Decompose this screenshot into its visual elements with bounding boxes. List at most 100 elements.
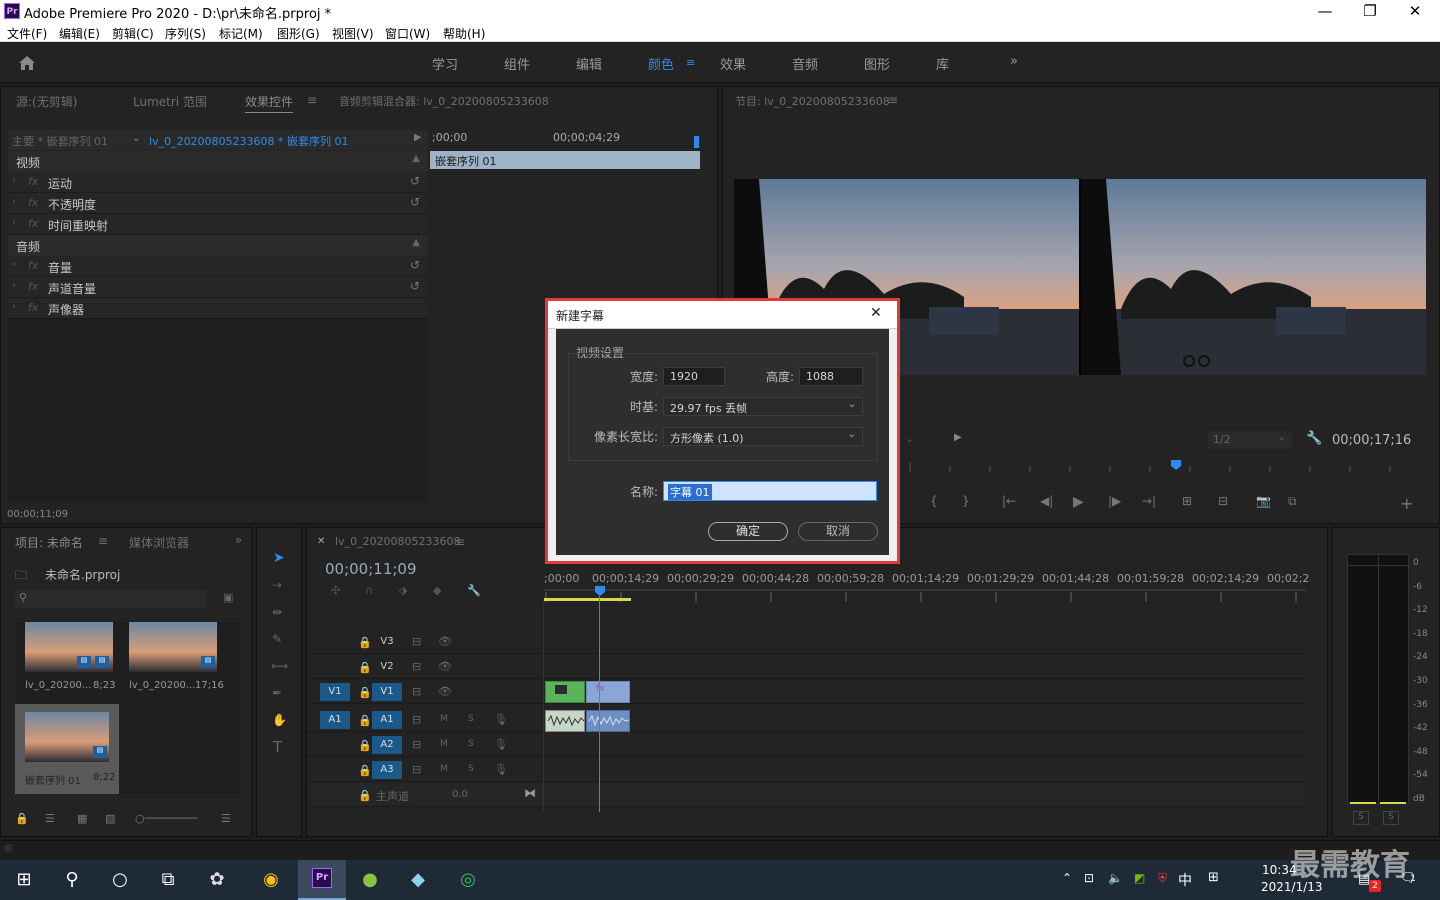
panel-menu-icon[interactable]: ≡	[98, 534, 108, 548]
sync-lock-icon[interactable]: ⊟	[412, 685, 421, 698]
workspace-menu-icon[interactable]: ≡	[686, 56, 695, 69]
wechat-icon[interactable]: ◎	[456, 868, 480, 892]
track-label[interactable]: V1	[372, 683, 402, 701]
expand-icon[interactable]: ›	[12, 196, 16, 207]
reset-icon[interactable]: ↺	[410, 174, 420, 188]
height-input[interactable]: 1088	[799, 367, 863, 386]
sync-lock-icon[interactable]: ⊟	[412, 660, 421, 673]
solo-right-button[interactable]: S	[1383, 811, 1399, 825]
ime-indicator[interactable]: 中	[1178, 870, 1192, 890]
compare-view-icon[interactable]: ⧉	[1288, 494, 1297, 509]
camera-icon[interactable]: 📷	[1256, 494, 1271, 508]
lock-icon[interactable]: 🔒	[15, 812, 29, 825]
workspace-assembly[interactable]: 组件	[504, 54, 530, 73]
tab-sequence[interactable]: lv_0_20200805233608	[335, 535, 461, 548]
video-clip[interactable]	[545, 681, 585, 703]
workspace-audio[interactable]: 音频	[792, 54, 818, 73]
tab-program[interactable]: 节目: lv_0_20200805233608	[735, 93, 890, 109]
go-to-in-icon[interactable]: |←	[1002, 494, 1016, 508]
collapse-icon[interactable]: ▲	[412, 153, 420, 164]
new-bin-icon[interactable]: ▣	[223, 591, 233, 604]
nested-sequence-clip[interactable]: fx	[586, 681, 630, 703]
home-icon[interactable]	[18, 55, 36, 71]
menu-view[interactable]: 视图(V)	[332, 25, 374, 42]
go-to-end-icon[interactable]: ⧓	[524, 786, 536, 800]
track-label[interactable]: A1	[372, 711, 402, 729]
timebase-select[interactable]: 29.97 fps 丢帧 ⌄	[663, 397, 863, 416]
volume-icon[interactable]: 🔈	[1108, 871, 1123, 885]
reset-icon[interactable]: ↺	[410, 258, 420, 272]
lock-icon[interactable]: 🔒	[358, 789, 372, 802]
expand-icon[interactable]: ›	[12, 301, 16, 312]
sort-icon[interactable]: ☰	[221, 812, 231, 825]
source-patch-v1[interactable]: V1	[320, 683, 350, 701]
play-stop-icon[interactable]: ▶	[1073, 494, 1084, 510]
video-section[interactable]: 视频 ▲	[8, 151, 428, 172]
ec-playhead[interactable]	[694, 136, 699, 148]
chevron-up-icon[interactable]: ⌃	[1062, 871, 1072, 885]
search-icon[interactable]: ⚲	[60, 868, 84, 892]
menu-clip[interactable]: 剪辑(C)	[112, 25, 154, 42]
mute-button[interactable]: M	[440, 739, 448, 749]
network-icon[interactable]: ⊡	[1084, 871, 1094, 885]
workspace-editing[interactable]: 编辑	[576, 54, 602, 73]
eye-icon[interactable]: 👁	[438, 660, 452, 673]
workspace-effects[interactable]: 效果	[720, 54, 746, 73]
lock-icon[interactable]: 🔒	[358, 686, 372, 699]
lock-icon[interactable]: 🔒	[358, 739, 372, 752]
tab-source[interactable]: 源:(无剪辑)	[16, 93, 77, 110]
sync-lock-icon[interactable]: ⊟	[412, 635, 421, 648]
source-patch-a1[interactable]: A1	[320, 711, 350, 729]
project-item-selected[interactable]: ▤ 嵌套序列 01 8;22	[15, 704, 119, 794]
track-label[interactable]: V2	[372, 658, 402, 676]
nvidia-icon[interactable]: ◩	[1134, 871, 1145, 885]
pinwheel-app-icon[interactable]: ✿	[205, 868, 229, 892]
tab-effect-controls[interactable]: 效果控件	[245, 93, 294, 113]
menu-marker[interactable]: 标记(M)	[219, 25, 263, 42]
effect-row-motion[interactable]: › fx 运动 ↺	[8, 172, 428, 193]
audio-section[interactable]: 音频 ▲	[8, 235, 428, 256]
chevron-down-icon[interactable]: ⌄	[132, 133, 140, 144]
slip-icon[interactable]: ⟷	[271, 659, 288, 673]
app-green-icon[interactable]: ●	[358, 868, 382, 892]
fit-dropdown[interactable]: ⌄	[905, 432, 914, 445]
play-clip-icon[interactable]: ▶	[414, 132, 422, 143]
reset-icon[interactable]: ↺	[410, 195, 420, 209]
effect-row-channel-volume[interactable]: › fx 声道音量 ↺	[8, 277, 428, 298]
menu-sequence[interactable]: 序列(S)	[165, 25, 206, 42]
type-tool-icon[interactable]: T	[273, 738, 282, 756]
project-item[interactable]: ▤ lv_0_20200... 17;16	[125, 622, 225, 696]
chrome-icon[interactable]: ◉	[259, 868, 283, 892]
linked-selection-icon[interactable]: ⬗	[399, 584, 407, 597]
cortana-icon[interactable]: ○	[108, 868, 132, 892]
restore-button[interactable]: ❐	[1347, 0, 1393, 22]
step-back-icon[interactable]: ◀|	[1040, 494, 1053, 508]
program-time-ruler[interactable]	[905, 458, 1425, 472]
project-item[interactable]: ▤ ▤ lv_0_20200... 8;23	[21, 622, 117, 696]
expand-icon[interactable]: ›	[12, 175, 16, 186]
lock-icon[interactable]: 🔒	[358, 636, 372, 649]
reset-icon[interactable]: ↺	[410, 279, 420, 293]
expand-icon[interactable]: ›	[12, 217, 16, 228]
pixel-aspect-select[interactable]: 方形像素 (1.0) ⌄	[663, 427, 863, 446]
panel-menu-icon[interactable]: ≡	[455, 535, 465, 549]
sync-lock-icon[interactable]: ⊟	[412, 738, 421, 751]
microphone-icon[interactable]: 🎙	[494, 738, 508, 751]
cancel-button[interactable]: 取消	[798, 522, 878, 541]
mark-out-icon[interactable]: }	[962, 494, 970, 508]
effect-row-opacity[interactable]: › fx 不透明度 ↺	[8, 193, 428, 214]
eye-icon[interactable]: 👁	[438, 635, 452, 648]
hand-icon[interactable]: ✋	[272, 713, 287, 727]
workspace-graphics[interactable]: 图形	[864, 54, 890, 73]
close-button[interactable]: ✕	[1392, 0, 1438, 22]
security-icon[interactable]: ⛨	[1158, 871, 1167, 886]
panel-overflow-icon[interactable]: »	[235, 533, 242, 547]
effect-row-time-remap[interactable]: › fx 时间重映射	[8, 214, 428, 235]
wrench-icon[interactable]: 🔧	[1306, 431, 1322, 446]
solo-button[interactable]: S	[468, 764, 474, 774]
expand-icon[interactable]: ›	[12, 280, 16, 291]
expand-icon[interactable]: ›	[12, 259, 16, 270]
title-name-input[interactable]: 字幕 01	[663, 481, 877, 501]
ime-mode-icon[interactable]: ⊞	[1208, 870, 1219, 885]
mute-button[interactable]: M	[440, 714, 448, 724]
